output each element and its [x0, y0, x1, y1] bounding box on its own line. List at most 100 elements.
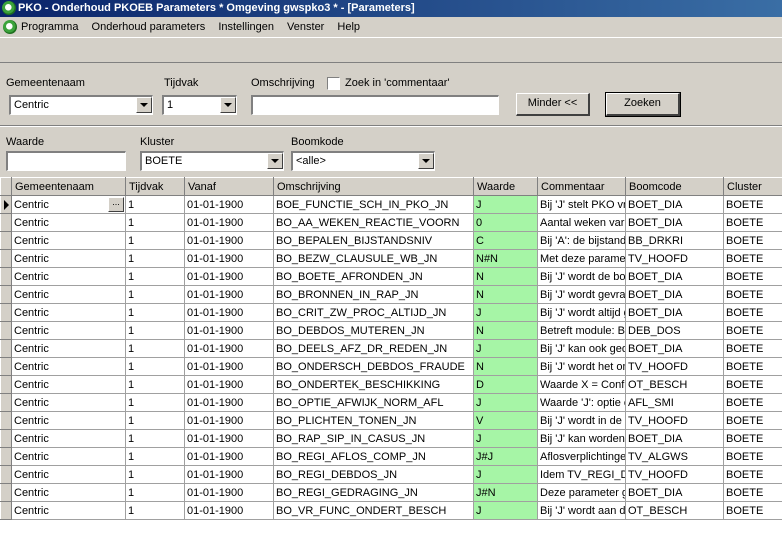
- cell-omschrijving[interactable]: BO_PLICHTEN_TONEN_JN: [273, 411, 474, 430]
- row-selector[interactable]: [0, 375, 12, 394]
- cell-waarde[interactable]: 0: [473, 213, 538, 232]
- cell-tijdvak[interactable]: 1: [125, 483, 185, 502]
- row-selector[interactable]: [0, 501, 12, 520]
- cell-waarde[interactable]: N: [473, 267, 538, 286]
- cell-vanaf[interactable]: 01-01-1900: [184, 447, 274, 466]
- cell-commentaar[interactable]: Aantal weken var: [537, 213, 626, 232]
- cell-cluster[interactable]: BOETE: [723, 483, 782, 502]
- row-selector[interactable]: [0, 393, 12, 412]
- table-row[interactable]: Centric 1 01-01-1900 BO_BRONNEN_IN_RAP_JN N B…: [0, 285, 782, 304]
- cell-tijdvak[interactable]: 1: [125, 195, 185, 214]
- cell-cluster[interactable]: BOETE: [723, 411, 782, 430]
- row-selector[interactable]: [0, 411, 12, 430]
- cell-vanaf[interactable]: 01-01-1900: [184, 483, 274, 502]
- cell-vanaf[interactable]: 01-01-1900: [184, 429, 274, 448]
- cell-waarde[interactable]: J: [473, 303, 538, 322]
- cell-waarde[interactable]: C: [473, 231, 538, 250]
- cell-omschrijving[interactable]: BO_BEPALEN_BIJSTANDSNIV: [273, 231, 474, 250]
- zoek-commentaar-checkbox[interactable]: [327, 77, 340, 90]
- zoeken-button[interactable]: Zoeken: [605, 92, 681, 117]
- cell-boomcode[interactable]: TV_HOOFD: [625, 465, 724, 484]
- table-row[interactable]: Centric 1 01-01-1900 BO_REGI_DEBDOS_JN J Idem…: [0, 465, 782, 484]
- row-selector[interactable]: [0, 339, 12, 358]
- cell-cluster[interactable]: BOETE: [723, 321, 782, 340]
- cell-commentaar[interactable]: Aflosverplichtinger: [537, 447, 626, 466]
- cell-boomcode[interactable]: BB_DRKRI: [625, 231, 724, 250]
- tijdvak-select[interactable]: 1: [162, 95, 237, 115]
- cell-cluster[interactable]: BOETE: [723, 429, 782, 448]
- ellipsis-button[interactable]: ...: [108, 197, 124, 212]
- table-row[interactable]: Centric 1 01-01-1900 BO_RAP_SIP_IN_CASUS_JN…: [0, 429, 782, 448]
- column-header-cluster[interactable]: Cluster: [723, 177, 782, 196]
- cell-waarde[interactable]: V: [473, 411, 538, 430]
- cell-waarde[interactable]: J: [473, 501, 538, 520]
- cell-omschrijving[interactable]: BO_ONDERSCH_DEBDOS_FRAUDE: [273, 357, 474, 376]
- cell-omschrijving[interactable]: BO_BRONNEN_IN_RAP_JN: [273, 285, 474, 304]
- cell-boomcode[interactable]: BOET_DIA: [625, 483, 724, 502]
- cell-gemeentenaam[interactable]: Centric: [11, 501, 126, 520]
- table-row[interactable]: Centric 1 01-01-1900 BO_ONDERSCH_DEBDOS_FRA…: [0, 357, 782, 376]
- cell-waarde[interactable]: N: [473, 321, 538, 340]
- cell-boomcode[interactable]: DEB_DOS: [625, 321, 724, 340]
- row-selector[interactable]: [0, 447, 12, 466]
- cell-tijdvak[interactable]: 1: [125, 267, 185, 286]
- cell-omschrijving[interactable]: BO_RAP_SIP_IN_CASUS_JN: [273, 429, 474, 448]
- cell-waarde[interactable]: J: [473, 339, 538, 358]
- kluster-select[interactable]: BOETE: [140, 151, 284, 171]
- cell-commentaar[interactable]: Bij 'J' wordt de boe: [537, 267, 626, 286]
- cell-commentaar[interactable]: Idem TV_REGI_D: [537, 465, 626, 484]
- cell-cluster[interactable]: BOETE: [723, 357, 782, 376]
- cell-waarde[interactable]: J: [473, 465, 538, 484]
- cell-boomcode[interactable]: TV_HOOFD: [625, 357, 724, 376]
- chevron-down-icon[interactable]: [136, 97, 152, 113]
- cell-commentaar[interactable]: Bij 'A': de bijstands: [537, 231, 626, 250]
- app-menu-icon[interactable]: [3, 20, 17, 34]
- cell-boomcode[interactable]: OT_BESCH: [625, 501, 724, 520]
- cell-cluster[interactable]: BOETE: [723, 195, 782, 214]
- menu-programma[interactable]: Programma: [21, 17, 78, 37]
- menu-venster[interactable]: Venster: [287, 17, 324, 37]
- table-row[interactable]: Centric 1 01-01-1900 BO_REGI_GEDRAGING_JN J#…: [0, 483, 782, 502]
- cell-commentaar[interactable]: Bij 'J' wordt aan de: [537, 501, 626, 520]
- cell-boomcode[interactable]: BOET_DIA: [625, 429, 724, 448]
- cell-vanaf[interactable]: 01-01-1900: [184, 321, 274, 340]
- cell-boomcode[interactable]: AFL_SMI: [625, 393, 724, 412]
- cell-vanaf[interactable]: 01-01-1900: [184, 375, 274, 394]
- cell-omschrijving[interactable]: BO_CRIT_ZW_PROC_ALTIJD_JN: [273, 303, 474, 322]
- cell-cluster[interactable]: BOETE: [723, 231, 782, 250]
- cell-commentaar[interactable]: Bij 'J' kan ook ged: [537, 339, 626, 358]
- cell-vanaf[interactable]: 01-01-1900: [184, 501, 274, 520]
- cell-tijdvak[interactable]: 1: [125, 285, 185, 304]
- cell-commentaar[interactable]: Bij 'J' wordt in de c: [537, 411, 626, 430]
- menu-help[interactable]: Help: [337, 17, 360, 37]
- cell-gemeentenaam[interactable]: Centric: [11, 267, 126, 286]
- table-row[interactable]: Centric 1 01-01-1900 BO_OPTIE_AFWIJK_NORM_A…: [0, 393, 782, 412]
- cell-tijdvak[interactable]: 1: [125, 339, 185, 358]
- cell-boomcode[interactable]: TV_HOOFD: [625, 249, 724, 268]
- cell-boomcode[interactable]: TV_HOOFD: [625, 411, 724, 430]
- row-selector[interactable]: [0, 321, 12, 340]
- column-header-gemeentenaam[interactable]: Gemeentenaam: [11, 177, 126, 196]
- cell-gemeentenaam[interactable]: Centric: [11, 231, 126, 250]
- gemeentenaam-select[interactable]: Centric: [9, 95, 153, 115]
- cell-vanaf[interactable]: 01-01-1900: [184, 393, 274, 412]
- cell-waarde[interactable]: D: [473, 375, 538, 394]
- cell-tijdvak[interactable]: 1: [125, 501, 185, 520]
- cell-commentaar[interactable]: Waarde 'J': optie c: [537, 393, 626, 412]
- row-selector[interactable]: [0, 357, 12, 376]
- cell-tijdvak[interactable]: 1: [125, 375, 185, 394]
- cell-cluster[interactable]: BOETE: [723, 501, 782, 520]
- cell-boomcode[interactable]: BOET_DIA: [625, 339, 724, 358]
- cell-waarde[interactable]: N: [473, 357, 538, 376]
- cell-commentaar[interactable]: Deze parameter g: [537, 483, 626, 502]
- cell-tijdvak[interactable]: 1: [125, 231, 185, 250]
- cell-commentaar[interactable]: Betreft module: BO: [537, 321, 626, 340]
- row-selector[interactable]: [0, 195, 12, 214]
- cell-boomcode[interactable]: TV_ALGWS: [625, 447, 724, 466]
- cell-vanaf[interactable]: 01-01-1900: [184, 303, 274, 322]
- cell-waarde[interactable]: N#N: [473, 249, 538, 268]
- cell-gemeentenaam[interactable]: Centric: [11, 249, 126, 268]
- cell-gemeentenaam[interactable]: Centric: [11, 411, 126, 430]
- cell-cluster[interactable]: BOETE: [723, 303, 782, 322]
- column-header-commentaar[interactable]: Commentaar: [537, 177, 626, 196]
